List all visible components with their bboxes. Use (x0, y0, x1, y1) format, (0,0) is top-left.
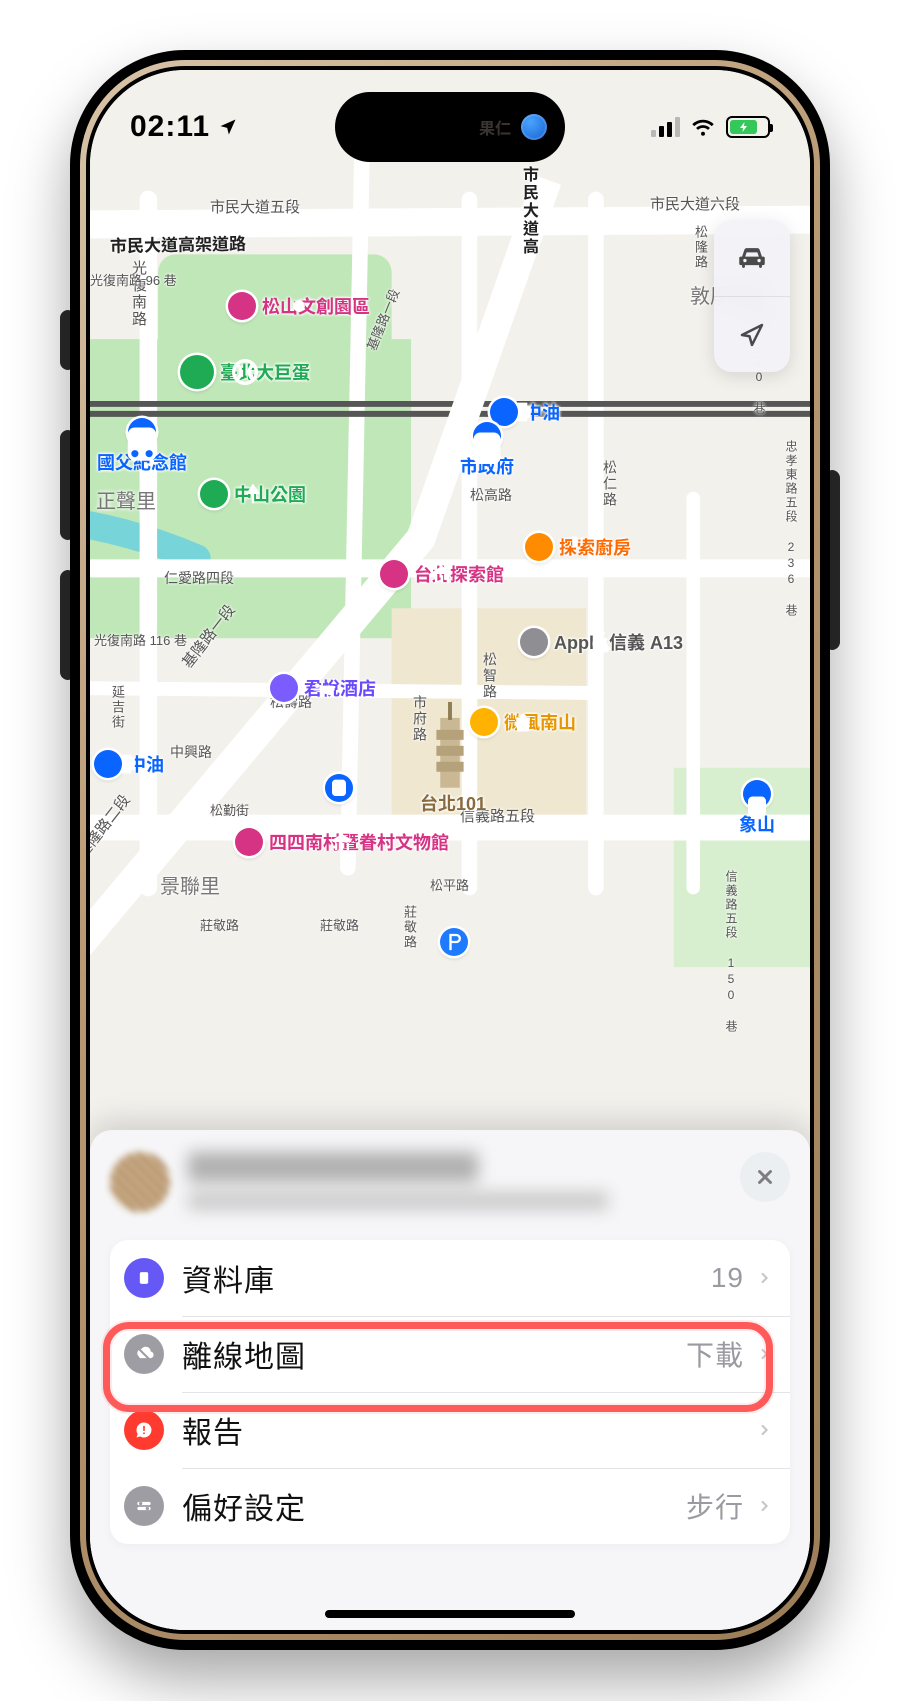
chevron-right-icon (756, 1341, 772, 1367)
apple-icon (520, 628, 548, 656)
poi-grandhyatt[interactable]: 君悅酒店 (270, 674, 376, 702)
poi-icon (228, 292, 256, 320)
locate-me-button[interactable] (714, 296, 790, 372)
road-label: 市民大道高 (516, 166, 540, 256)
metro-icon (743, 780, 771, 808)
poi-zhongshanpark[interactable]: 中山公園 (200, 480, 306, 508)
battery-icon (726, 116, 770, 138)
poi-label: 台北101 (420, 790, 486, 816)
bed-icon (270, 674, 298, 702)
poi-parking[interactable] (440, 928, 468, 956)
chevron-right-icon (756, 1265, 772, 1291)
road-label: 市民大道五段 (210, 196, 300, 217)
district-label: 景聯里 (160, 870, 220, 899)
screen: 敦厚里 正聲里 景聯里 市民大道五段 市民大道六段 市民大道高架道路 市民大道高… (90, 70, 810, 1630)
close-icon (754, 1166, 776, 1188)
car-icon (735, 241, 769, 275)
row-preferences[interactable]: 偏好設定 步行 (110, 1468, 790, 1544)
road-label: 松高路 (470, 485, 512, 505)
location-icon (218, 117, 238, 137)
poi-sisinan[interactable]: 四四南村暨眷村文物館 (235, 828, 449, 856)
row-library[interactable]: 資料庫 19 (110, 1240, 790, 1316)
cellular-icon (651, 117, 680, 137)
library-icon (124, 1258, 164, 1298)
fuel-icon (94, 750, 122, 778)
home-indicator[interactable] (325, 1610, 575, 1618)
road-label: 延吉街 (108, 685, 127, 730)
road-label: 中興路 (170, 742, 212, 762)
metro-icon (473, 422, 501, 450)
museum-icon (380, 560, 408, 588)
poi-breeze[interactable]: 微風南山 (470, 708, 576, 736)
chevron-right-icon (756, 1493, 772, 1519)
row-value: 19 (711, 1262, 744, 1294)
road-label: 市府路 (410, 695, 430, 743)
tree-icon (200, 480, 228, 508)
road-label: 莊敬路 (200, 915, 239, 934)
road-label: 松勤街 (210, 800, 249, 819)
poi-elephant[interactable]: 象山 (739, 780, 775, 837)
offline-icon (124, 1334, 164, 1374)
metro-icon (325, 774, 353, 802)
report-icon (124, 1410, 164, 1450)
user-name-redacted (188, 1152, 730, 1210)
poi-cityhall[interactable]: 市政府 (460, 422, 514, 479)
row-label: 偏好設定 (182, 1484, 686, 1528)
status-time: 02:11 (130, 110, 210, 144)
museum-icon (235, 828, 263, 856)
phone-frame: 敦厚里 正聲里 景聯里 市民大道五段 市民大道六段 市民大道高架道路 市民大道高… (70, 50, 830, 1650)
district-label: 正聲里 (96, 485, 156, 514)
parking-icon (440, 928, 468, 956)
poi-sunyatsen[interactable]: 國父紀念館 (97, 418, 187, 475)
row-label: 報告 (182, 1408, 744, 1452)
poi-cpc2[interactable]: 中油 (94, 750, 164, 778)
dynamic-island[interactable]: 果仁 (335, 92, 565, 162)
road-label: 松隆路 (691, 225, 710, 270)
road-label: 莊敬路 (400, 905, 419, 950)
row-label: 資料庫 (182, 1256, 711, 1300)
baseball-icon (180, 355, 214, 389)
map-mode-controls (714, 220, 790, 372)
metro-icon (128, 418, 156, 446)
road-label: 市民大道六段 (650, 193, 740, 214)
poi-discovery[interactable]: 台北探索館 (380, 560, 504, 588)
road-label: 光復南路 116 巷 (94, 630, 187, 649)
poi-taipei101-label[interactable]: 台北101 (420, 790, 486, 816)
road-label: 松仁路 (600, 460, 620, 508)
poi-apple[interactable]: Apple 信義 A13 (520, 628, 683, 656)
island-avatar-icon (521, 114, 547, 140)
row-label: 離線地圖 (182, 1332, 686, 1376)
chevron-right-icon (756, 1417, 772, 1443)
road-label: 松平路 (430, 875, 469, 894)
poi-songshan[interactable]: 松山文創園區 (228, 292, 370, 320)
driving-mode-button[interactable] (714, 220, 790, 296)
wifi-icon (690, 114, 716, 140)
preferences-icon (124, 1486, 164, 1526)
road-label: 松智路 (480, 652, 500, 700)
bolt-icon (738, 121, 750, 133)
location-arrow-icon (737, 320, 767, 350)
poi-discoverykitchen[interactable]: 探索廚房 (525, 533, 631, 561)
poi-metro-101[interactable] (325, 774, 353, 804)
close-button[interactable] (740, 1152, 790, 1202)
road-label: 忠孝東路五段 236 巷 (783, 440, 800, 618)
fork-knife-icon (525, 533, 553, 561)
row-value: 下載 (686, 1334, 744, 1374)
poi-arena[interactable]: 臺北大巨蛋 (180, 355, 310, 389)
island-app-label: 果仁 (479, 115, 511, 139)
bag-icon (470, 708, 498, 736)
road-label: 莊敬路 (320, 915, 359, 934)
road-label: 光復南路 96 巷 (90, 270, 177, 289)
settings-card: 資料庫 19 離線地圖 下載 報告 (110, 1240, 790, 1544)
row-value: 步行 (686, 1486, 744, 1526)
road-label: 仁愛路四段 (164, 568, 234, 588)
row-reports[interactable]: 報告 (110, 1392, 790, 1468)
bottom-sheet[interactable]: 資料庫 19 離線地圖 下載 報告 (90, 1130, 810, 1630)
road-label: 信義路五段 150 巷 (723, 870, 740, 1034)
road-label: 市民大道高架道路 (110, 230, 246, 257)
row-offline-maps[interactable]: 離線地圖 下載 (110, 1316, 790, 1392)
avatar[interactable] (110, 1152, 170, 1212)
